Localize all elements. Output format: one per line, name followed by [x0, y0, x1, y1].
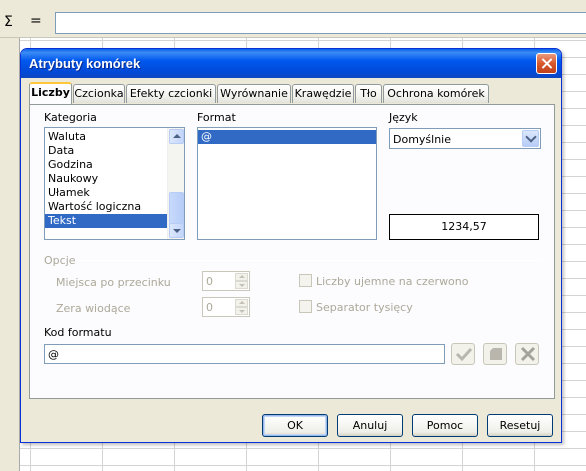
- list-item[interactable]: Data: [45, 144, 168, 158]
- options-separator: [78, 260, 540, 261]
- list-item[interactable]: Waluta: [45, 130, 168, 144]
- category-list[interactable]: Waluta Data Godzina Naukowy Ułamek Warto…: [44, 127, 185, 240]
- tab-alignment[interactable]: Wyrównanie: [217, 84, 291, 103]
- tab-font[interactable]: Czcionka: [73, 84, 125, 103]
- leading-zeros-stepper[interactable]: 0: [202, 297, 250, 317]
- stepper-buttons: [235, 273, 248, 289]
- tab-background[interactable]: Tło: [355, 84, 382, 103]
- negative-red-checkbox[interactable]: [299, 274, 312, 287]
- scroll-up-icon[interactable]: [169, 129, 184, 144]
- decimal-places-value: 0: [206, 275, 213, 288]
- tab-numbers[interactable]: Liczby: [29, 82, 72, 104]
- list-item[interactable]: Ułamek: [45, 186, 168, 200]
- ok-button[interactable]: OK: [262, 414, 328, 437]
- increment-icon[interactable]: [235, 273, 248, 281]
- format-code-value: @: [48, 348, 59, 361]
- checkmark-button[interactable]: [451, 343, 475, 365]
- list-item-selected[interactable]: @: [198, 130, 376, 144]
- negative-red-label: Liczby ujemne na czerwono: [316, 275, 469, 288]
- comment-button[interactable]: [483, 343, 507, 365]
- comment-icon: [490, 348, 502, 360]
- scroll-down-icon[interactable]: [169, 223, 184, 238]
- list-item[interactable]: Naukowy: [45, 172, 168, 186]
- tab-font-effects[interactable]: Efekty czcionki: [126, 84, 216, 103]
- thousands-separator-label: Separator tysięcy: [316, 301, 413, 314]
- format-list[interactable]: @: [197, 127, 377, 240]
- list-item[interactable]: Godzina: [45, 158, 168, 172]
- options-label: Opcje: [44, 254, 76, 267]
- category-scrollbar[interactable]: [167, 128, 184, 239]
- close-icon[interactable]: [536, 53, 557, 74]
- row-headers: [0, 38, 20, 471]
- tab-cell-protection[interactable]: Ochrona komórek: [383, 84, 489, 103]
- format-preview: 1234,57: [389, 214, 539, 240]
- delete-icon: [520, 346, 536, 362]
- sum-icon[interactable]: Σ: [4, 14, 13, 30]
- reset-button[interactable]: Resetuj: [487, 414, 553, 437]
- leading-zeros-label: Zera wiodące: [56, 302, 131, 315]
- format-label: Format: [197, 111, 236, 124]
- help-button[interactable]: Pomoc: [412, 414, 478, 437]
- dialog-titlebar[interactable]: Atrybuty komórek: [21, 49, 561, 78]
- leading-zeros-value: 0: [206, 301, 213, 314]
- thousands-separator-checkbox[interactable]: [299, 300, 312, 313]
- list-item-selected[interactable]: Tekst: [45, 214, 168, 228]
- format-code-label: Kod formatu: [44, 326, 112, 339]
- stepper-buttons: [235, 299, 248, 315]
- decimal-places-stepper[interactable]: 0: [202, 271, 250, 291]
- dropdown-arrow-icon[interactable]: [522, 130, 539, 147]
- decrement-icon[interactable]: [235, 281, 248, 289]
- checkmark-icon: [455, 347, 473, 362]
- tab-borders[interactable]: Krawędzie: [292, 84, 354, 103]
- list-item[interactable]: Wartość logiczna: [45, 200, 168, 214]
- increment-icon[interactable]: [235, 299, 248, 307]
- function-icon[interactable]: =: [30, 13, 42, 29]
- dialog-title: Atrybuty komórek: [29, 56, 141, 71]
- cell-attributes-dialog: Atrybuty komórek Liczby Czcionka Efekty …: [20, 48, 562, 443]
- formula-bar: Σ =: [0, 0, 586, 38]
- format-code-field[interactable]: @: [44, 344, 445, 364]
- language-select[interactable]: Domyślnie: [389, 128, 541, 149]
- delete-button[interactable]: [515, 343, 539, 365]
- decimal-places-label: Miejsca po przecinku: [56, 276, 171, 289]
- language-label: Język: [389, 111, 418, 124]
- category-label: Kategoria: [44, 111, 97, 124]
- decrement-icon[interactable]: [235, 307, 248, 315]
- language-value: Domyślnie: [393, 133, 452, 146]
- formula-input[interactable]: [55, 12, 586, 34]
- cancel-button[interactable]: Anuluj: [337, 414, 403, 437]
